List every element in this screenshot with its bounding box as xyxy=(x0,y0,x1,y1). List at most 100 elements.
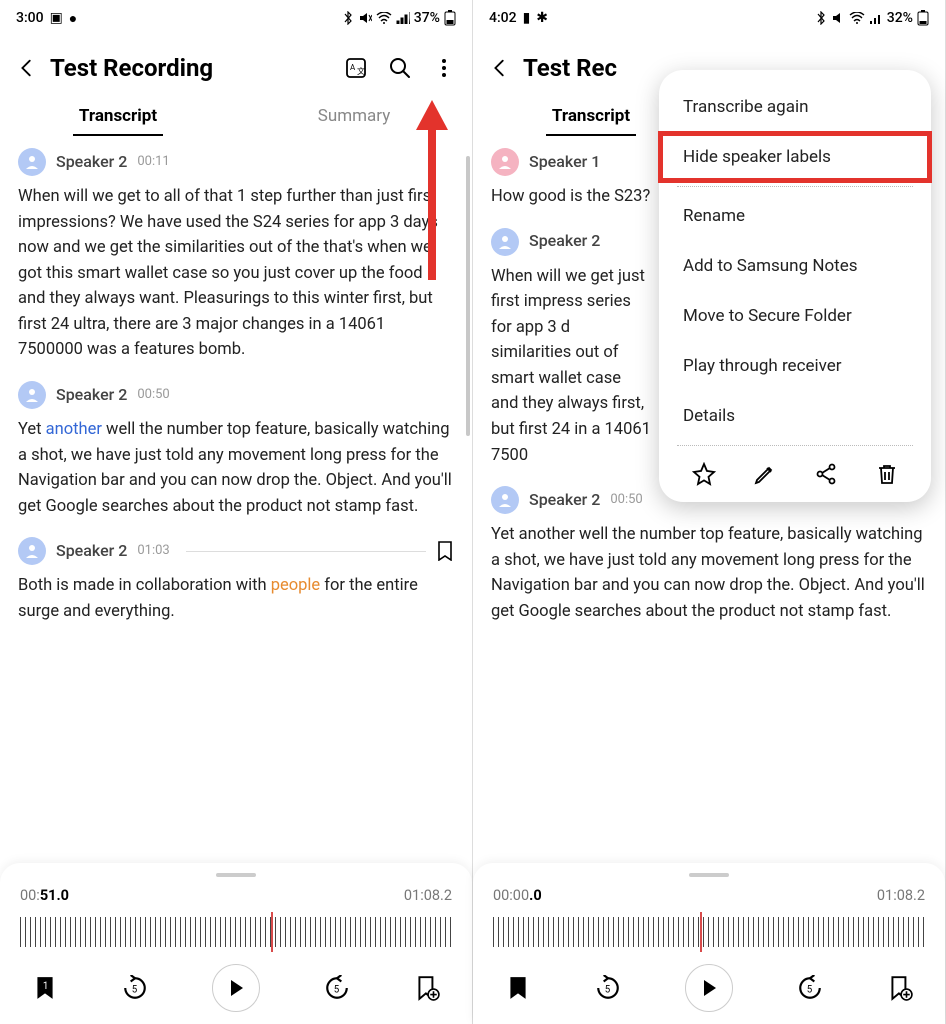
menu-rename[interactable]: Rename xyxy=(659,191,931,241)
entry-text: Yet another well the number top feature,… xyxy=(18,417,454,519)
bookmark-button[interactable] xyxy=(505,975,531,1001)
play-button[interactable] xyxy=(212,964,260,1012)
bookmark-add-icon[interactable] xyxy=(414,975,440,1001)
bookmark-add-icon[interactable] xyxy=(887,975,913,1001)
svg-text:5: 5 xyxy=(334,984,340,995)
edit-icon[interactable] xyxy=(753,462,777,486)
player-bar: 00:51.0 01:08.2 1 5 5 xyxy=(0,863,472,1024)
page-title: Test Recording xyxy=(50,54,332,82)
signal-icon xyxy=(396,12,410,24)
avatar-icon xyxy=(491,228,519,256)
status-bar: 4:02 ▮ ✱ 32% xyxy=(473,0,945,36)
search-icon[interactable] xyxy=(388,56,412,80)
playhead[interactable] xyxy=(700,912,702,952)
tab-summary[interactable]: Summary xyxy=(236,98,472,136)
timestamp: 01:03 xyxy=(137,541,169,561)
transcript-entry: Speaker 2 00:11 When will we get to all … xyxy=(18,148,454,363)
timestamp: 00:50 xyxy=(137,385,169,405)
forward-5-icon[interactable]: 5 xyxy=(797,975,823,1001)
svg-text:5: 5 xyxy=(132,984,138,995)
bookmark-button[interactable]: 1 xyxy=(32,975,58,1001)
forward-5-icon[interactable]: 5 xyxy=(324,975,350,1001)
phone-right: 4:02 ▮ ✱ 32% Test Rec xyxy=(473,0,946,1024)
timestamp: 00:11 xyxy=(137,152,169,172)
speaker-label[interactable]: Speaker 1 xyxy=(529,150,600,175)
divider xyxy=(186,551,426,552)
timeline[interactable] xyxy=(20,914,452,950)
current-time: 00:00.0 xyxy=(493,887,542,904)
back-icon[interactable] xyxy=(489,57,511,79)
battery-icon xyxy=(917,10,929,26)
current-time: 00:51.0 xyxy=(20,887,69,904)
transcript-entry: Speaker 2 00:50 Yet another well the num… xyxy=(491,486,927,624)
overflow-menu: Transcribe again Hide speaker labels Ren… xyxy=(659,70,931,502)
wifi-icon xyxy=(849,12,865,24)
share-icon[interactable] xyxy=(814,462,838,486)
tabs: Transcript Summary xyxy=(0,90,472,136)
menu-play-through-receiver[interactable]: Play through receiver xyxy=(659,341,931,391)
card-icon: ▮ xyxy=(523,10,531,26)
mute-icon xyxy=(358,11,372,25)
drag-handle[interactable] xyxy=(216,873,256,877)
entry-text: Both is made in collaboration with peopl… xyxy=(18,573,454,624)
more-icon[interactable] xyxy=(432,56,456,80)
transcript-entry: Speaker 2 01:03 Both is made in collabor… xyxy=(18,537,454,624)
play-button[interactable] xyxy=(685,964,733,1012)
svg-text:1: 1 xyxy=(43,981,48,992)
speaker-label[interactable]: Speaker 2 xyxy=(529,488,600,513)
tab-transcript[interactable]: Transcript xyxy=(0,98,236,136)
bulb-icon: ● xyxy=(69,10,77,27)
bluetooth-icon xyxy=(815,11,827,25)
menu-add-samsung-notes[interactable]: Add to Samsung Notes xyxy=(659,241,931,291)
svg-text:A: A xyxy=(350,63,356,72)
speaker-label[interactable]: Speaker 2 xyxy=(529,229,600,254)
timestamp: 00:50 xyxy=(610,490,642,510)
battery-text: 37% xyxy=(414,10,440,26)
transcript-entry: Speaker 2 00:50 Yet another well the num… xyxy=(18,381,454,519)
link-word[interactable]: another xyxy=(46,420,102,439)
speaker-label[interactable]: Speaker 2 xyxy=(56,150,127,175)
total-time: 01:08.2 xyxy=(404,887,452,904)
speaker-label[interactable]: Speaker 2 xyxy=(56,539,127,564)
battery-text: 32% xyxy=(887,10,913,26)
rewind-5-icon[interactable]: 5 xyxy=(595,975,621,1001)
menu-details[interactable]: Details xyxy=(659,391,931,441)
status-bar: 3:00 ▣ ● 37% xyxy=(0,0,472,36)
playhead[interactable] xyxy=(271,912,273,952)
avatar-icon xyxy=(18,148,46,176)
clock-text: 3:00 xyxy=(16,10,44,26)
speaker-label[interactable]: Speaker 2 xyxy=(56,383,127,408)
svg-text:文: 文 xyxy=(357,66,365,76)
header: Test Recording A文 xyxy=(0,36,472,90)
star-icon[interactable] xyxy=(692,462,716,486)
timeline[interactable] xyxy=(493,914,925,950)
player-bar: 00:00.0 01:08.2 5 5 xyxy=(473,863,945,1024)
image-icon: ▣ xyxy=(50,10,63,26)
signal-icon xyxy=(869,12,883,24)
menu-divider xyxy=(677,445,913,446)
total-time: 01:08.2 xyxy=(877,887,925,904)
bluetooth-icon xyxy=(342,11,354,25)
avatar-icon xyxy=(18,381,46,409)
mute-icon xyxy=(831,11,845,25)
scrollbar[interactable] xyxy=(466,156,470,436)
drag-handle[interactable] xyxy=(689,873,729,877)
back-icon[interactable] xyxy=(16,57,38,79)
entry-text: Yet another well the number top feature,… xyxy=(491,522,927,624)
bookmark-icon[interactable] xyxy=(436,541,454,561)
trash-icon[interactable] xyxy=(875,462,899,486)
avatar-icon xyxy=(18,537,46,565)
menu-divider xyxy=(677,186,913,187)
clock-text: 4:02 xyxy=(489,10,517,26)
menu-move-secure-folder[interactable]: Move to Secure Folder xyxy=(659,291,931,341)
battery-icon xyxy=(444,10,456,26)
wifi-icon xyxy=(376,12,392,24)
entry-text: How good is the S23? xyxy=(491,184,651,210)
link-word[interactable]: people xyxy=(271,576,320,595)
rewind-5-icon[interactable]: 5 xyxy=(122,975,148,1001)
menu-transcribe-again[interactable]: Transcribe again xyxy=(659,82,931,132)
entry-text: When will we get just first impress seri… xyxy=(491,264,651,469)
menu-hide-speaker-labels[interactable]: Hide speaker labels xyxy=(659,132,931,182)
avatar-icon xyxy=(491,148,519,176)
translate-icon[interactable]: A文 xyxy=(344,56,368,80)
